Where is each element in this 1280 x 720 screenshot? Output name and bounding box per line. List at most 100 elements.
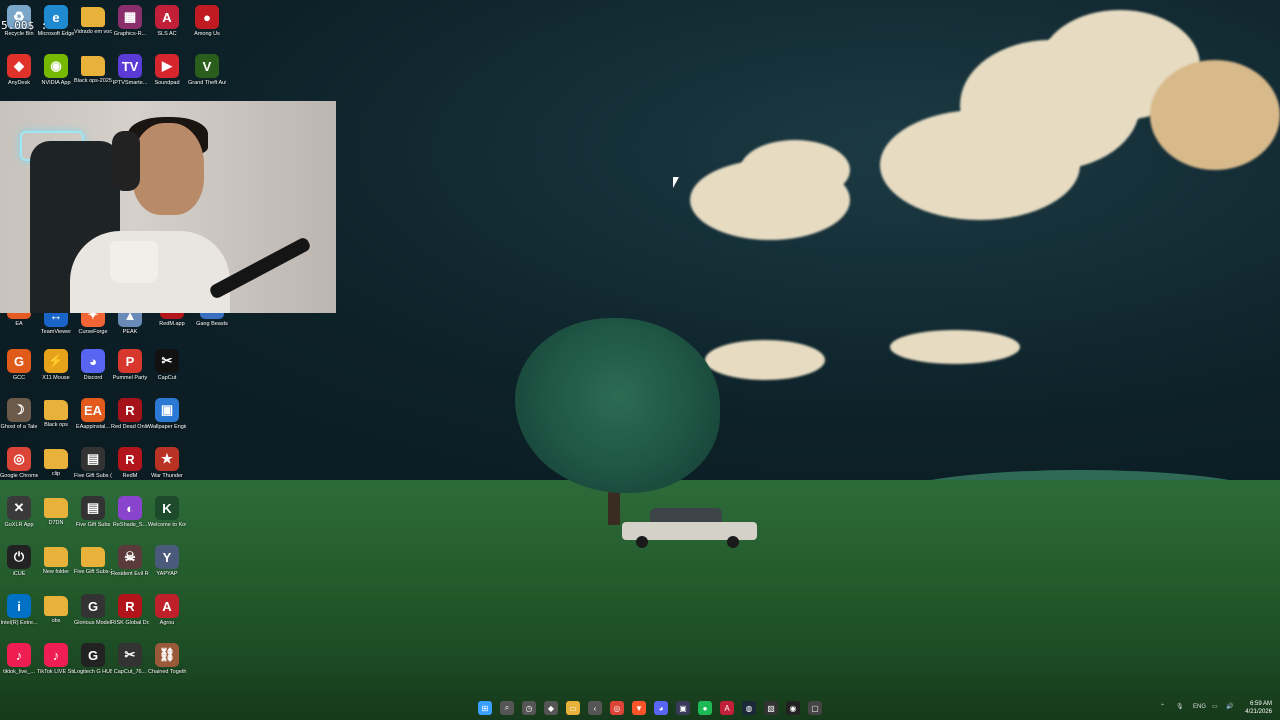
desktop-shortcut[interactable]: ☽ Ghost of a Tale: [0, 395, 38, 441]
desktop-shortcut[interactable]: obs: [37, 591, 75, 637]
desktop-shortcut[interactable]: Vidrado em voce: [74, 2, 112, 48]
desktop-shortcut[interactable]: G GCC: [0, 346, 38, 392]
task-view-icon[interactable]: ◷: [522, 701, 536, 715]
capcut-icon: ✂: [118, 643, 142, 667]
microphone-icon[interactable]: 🎙: [1176, 703, 1184, 710]
desktop-shortcut[interactable]: ⏻ iCUE: [0, 542, 38, 588]
desktop-shortcut[interactable]: Black ops-20250...: [74, 51, 112, 97]
desktop-shortcut[interactable]: ▣ Wallpaper Engine: [148, 395, 186, 441]
x11-mouse-icon: ⚡: [44, 349, 68, 373]
desktop-shortcut-label: Vidrado em voce: [74, 29, 112, 35]
pummel-party-icon: P: [118, 349, 142, 373]
desktop-shortcut[interactable]: ☠ Resident Evil Requiem: [111, 542, 149, 588]
copilot-icon[interactable]: ◆: [544, 701, 558, 715]
start-icon[interactable]: ⊞: [478, 701, 492, 715]
desktop-shortcut-label: GCC: [12, 375, 26, 381]
anydesk-icon: ◆: [7, 54, 31, 78]
desktop-shortcut[interactable]: ⚡ X11 Mouse: [37, 346, 75, 392]
wallpaper-cloud: [1150, 60, 1280, 170]
gta-icon: V: [195, 54, 219, 78]
desktop-shortcut-label: Google Chrome: [0, 473, 38, 479]
desktop-shortcut[interactable]: clip: [37, 444, 75, 490]
desktop-shortcut[interactable]: ● Among Us: [188, 2, 226, 48]
glorious-icon: G: [81, 594, 105, 618]
desktop-shortcut[interactable]: A SLS AC: [148, 2, 186, 48]
chrome-icon: ◎: [7, 447, 31, 471]
network-icon[interactable]: ▭: [1212, 703, 1218, 710]
desktop-shortcut[interactable]: ▤ Five Gift Subs: [74, 493, 112, 539]
app-icon[interactable]: ▣: [676, 701, 690, 715]
desktop-shortcut[interactable]: ◕ Discord: [74, 346, 112, 392]
desktop-shortcut[interactable]: R Red Dead Online: [111, 395, 149, 441]
sls-icon[interactable]: A: [720, 701, 734, 715]
desktop-shortcut[interactable]: V Grand Theft Auto V Le...: [188, 51, 226, 97]
desktop-shortcut-label: EAappinstal...: [76, 424, 110, 430]
desktop-shortcut[interactable]: i Intel(R) Extre...: [0, 591, 38, 637]
desktop-shortcut[interactable]: TV IPTVSmarte...: [111, 51, 149, 97]
taskbar-clock[interactable]: 6:59 AM 4/21/2026: [1240, 700, 1272, 716]
desktop-shortcut[interactable]: ▤ Five Gift Subs (1): [74, 444, 112, 490]
back-icon[interactable]: ‹: [588, 701, 602, 715]
desktop-shortcut[interactable]: ◉ NVIDIA App: [37, 51, 75, 97]
logitech-icon: G: [81, 643, 105, 667]
desktop-shortcut-label: TikTok LIVE Studio: [37, 669, 75, 675]
desktop-shortcut[interactable]: ★ War Thunder: [148, 444, 186, 490]
desktop-shortcut[interactable]: Five Gift Subs-2025...: [74, 542, 112, 588]
desktop-shortcut[interactable]: ◆ AnyDesk: [0, 51, 38, 97]
desktop-shortcut[interactable]: ⛓ Chained Together: [148, 640, 186, 686]
iptv-icon: TV: [118, 54, 142, 78]
desktop-shortcut[interactable]: R RISK Global Domination: [111, 591, 149, 637]
desktop-shortcut-label: Glorious Model...: [74, 620, 112, 626]
desktop-shortcut[interactable]: A Agrou: [148, 591, 186, 637]
desktop-shortcut[interactable]: New folder: [37, 542, 75, 588]
red-dead-online-icon: R: [118, 398, 142, 422]
chrome-icon[interactable]: ◎: [610, 701, 624, 715]
desktop-shortcut[interactable]: ♪ tiktok_live_...: [0, 640, 38, 686]
desktop-shortcut-label: AnyDesk: [7, 80, 30, 86]
desktop-shortcut[interactable]: ◐ ReShade_S...: [111, 493, 149, 539]
volume-icon[interactable]: 🔊: [1226, 703, 1233, 710]
desktop-shortcut-label: Welcome to Kowloon: [148, 522, 186, 528]
risk-icon: R: [118, 594, 142, 618]
desktop-shortcut[interactable]: ♪ TikTok LIVE Studio: [37, 640, 75, 686]
desktop-shortcut[interactable]: EA EAappinstal...: [74, 395, 112, 441]
language-indicator[interactable]: ENG: [1193, 704, 1206, 710]
discord-icon[interactable]: ◕: [654, 701, 668, 715]
tray-chevron-icon[interactable]: ⌃: [1160, 703, 1165, 710]
desktop-shortcut[interactable]: ✂ CapCut: [148, 346, 186, 392]
desktop-shortcut[interactable]: ▶ Soundpad: [148, 51, 186, 97]
search-icon[interactable]: ⌕: [500, 701, 514, 715]
video-file-icon: ▤: [81, 447, 105, 471]
desktop-shortcut[interactable]: P Pummel Party: [111, 346, 149, 392]
desktop-shortcut-label: Soundpad: [154, 80, 180, 86]
desktop-shortcut[interactable]: D7DN: [37, 493, 75, 539]
file-explorer-icon[interactable]: ▭: [566, 701, 580, 715]
app3-icon[interactable]: ▢: [808, 701, 822, 715]
cup: [110, 241, 158, 283]
desktop-shortcut[interactable]: Y YAPYAP: [148, 542, 186, 588]
desktop-shortcut[interactable]: K Welcome to Kowloon: [148, 493, 186, 539]
desktop-shortcut[interactable]: G Glorious Model...: [74, 591, 112, 637]
desktop-shortcut[interactable]: R RedM: [111, 444, 149, 490]
webcam-overlay: [0, 101, 336, 313]
desktop-shortcut-label: RISK Global Domination: [111, 620, 149, 626]
desktop-shortcut[interactable]: G Logitech G HUB: [74, 640, 112, 686]
desktop-shortcut[interactable]: Black ops: [37, 395, 75, 441]
desktop-shortcut-label: Pummel Party: [112, 375, 148, 381]
desktop-shortcut[interactable]: ✕ GoXLR App: [0, 493, 38, 539]
wallpaper-cloud: [890, 330, 1020, 364]
desktop-shortcut-label: Five Gift Subs (1): [74, 473, 112, 479]
spotify-icon[interactable]: ●: [698, 701, 712, 715]
video-file-icon: ▤: [81, 496, 105, 520]
obs-icon[interactable]: ◉: [786, 701, 800, 715]
desktop-shortcut-label: New folder: [42, 569, 70, 575]
desktop-shortcut[interactable]: ◎ Google Chrome: [0, 444, 38, 490]
desktop-shortcut-label: Wallpaper Engine: [148, 424, 186, 430]
app2-icon[interactable]: ▧: [764, 701, 778, 715]
steam-icon[interactable]: ◍: [742, 701, 756, 715]
desktop-shortcut-label: Black ops-20250...: [74, 78, 112, 84]
desktop-shortcut[interactable]: ▦ Graphics-R...: [111, 2, 149, 48]
desktop-shortcut[interactable]: ✂ CapCut_76...: [111, 640, 149, 686]
desktop-shortcut-label: TeamViewer: [40, 329, 72, 335]
brave-icon[interactable]: ▼: [632, 701, 646, 715]
